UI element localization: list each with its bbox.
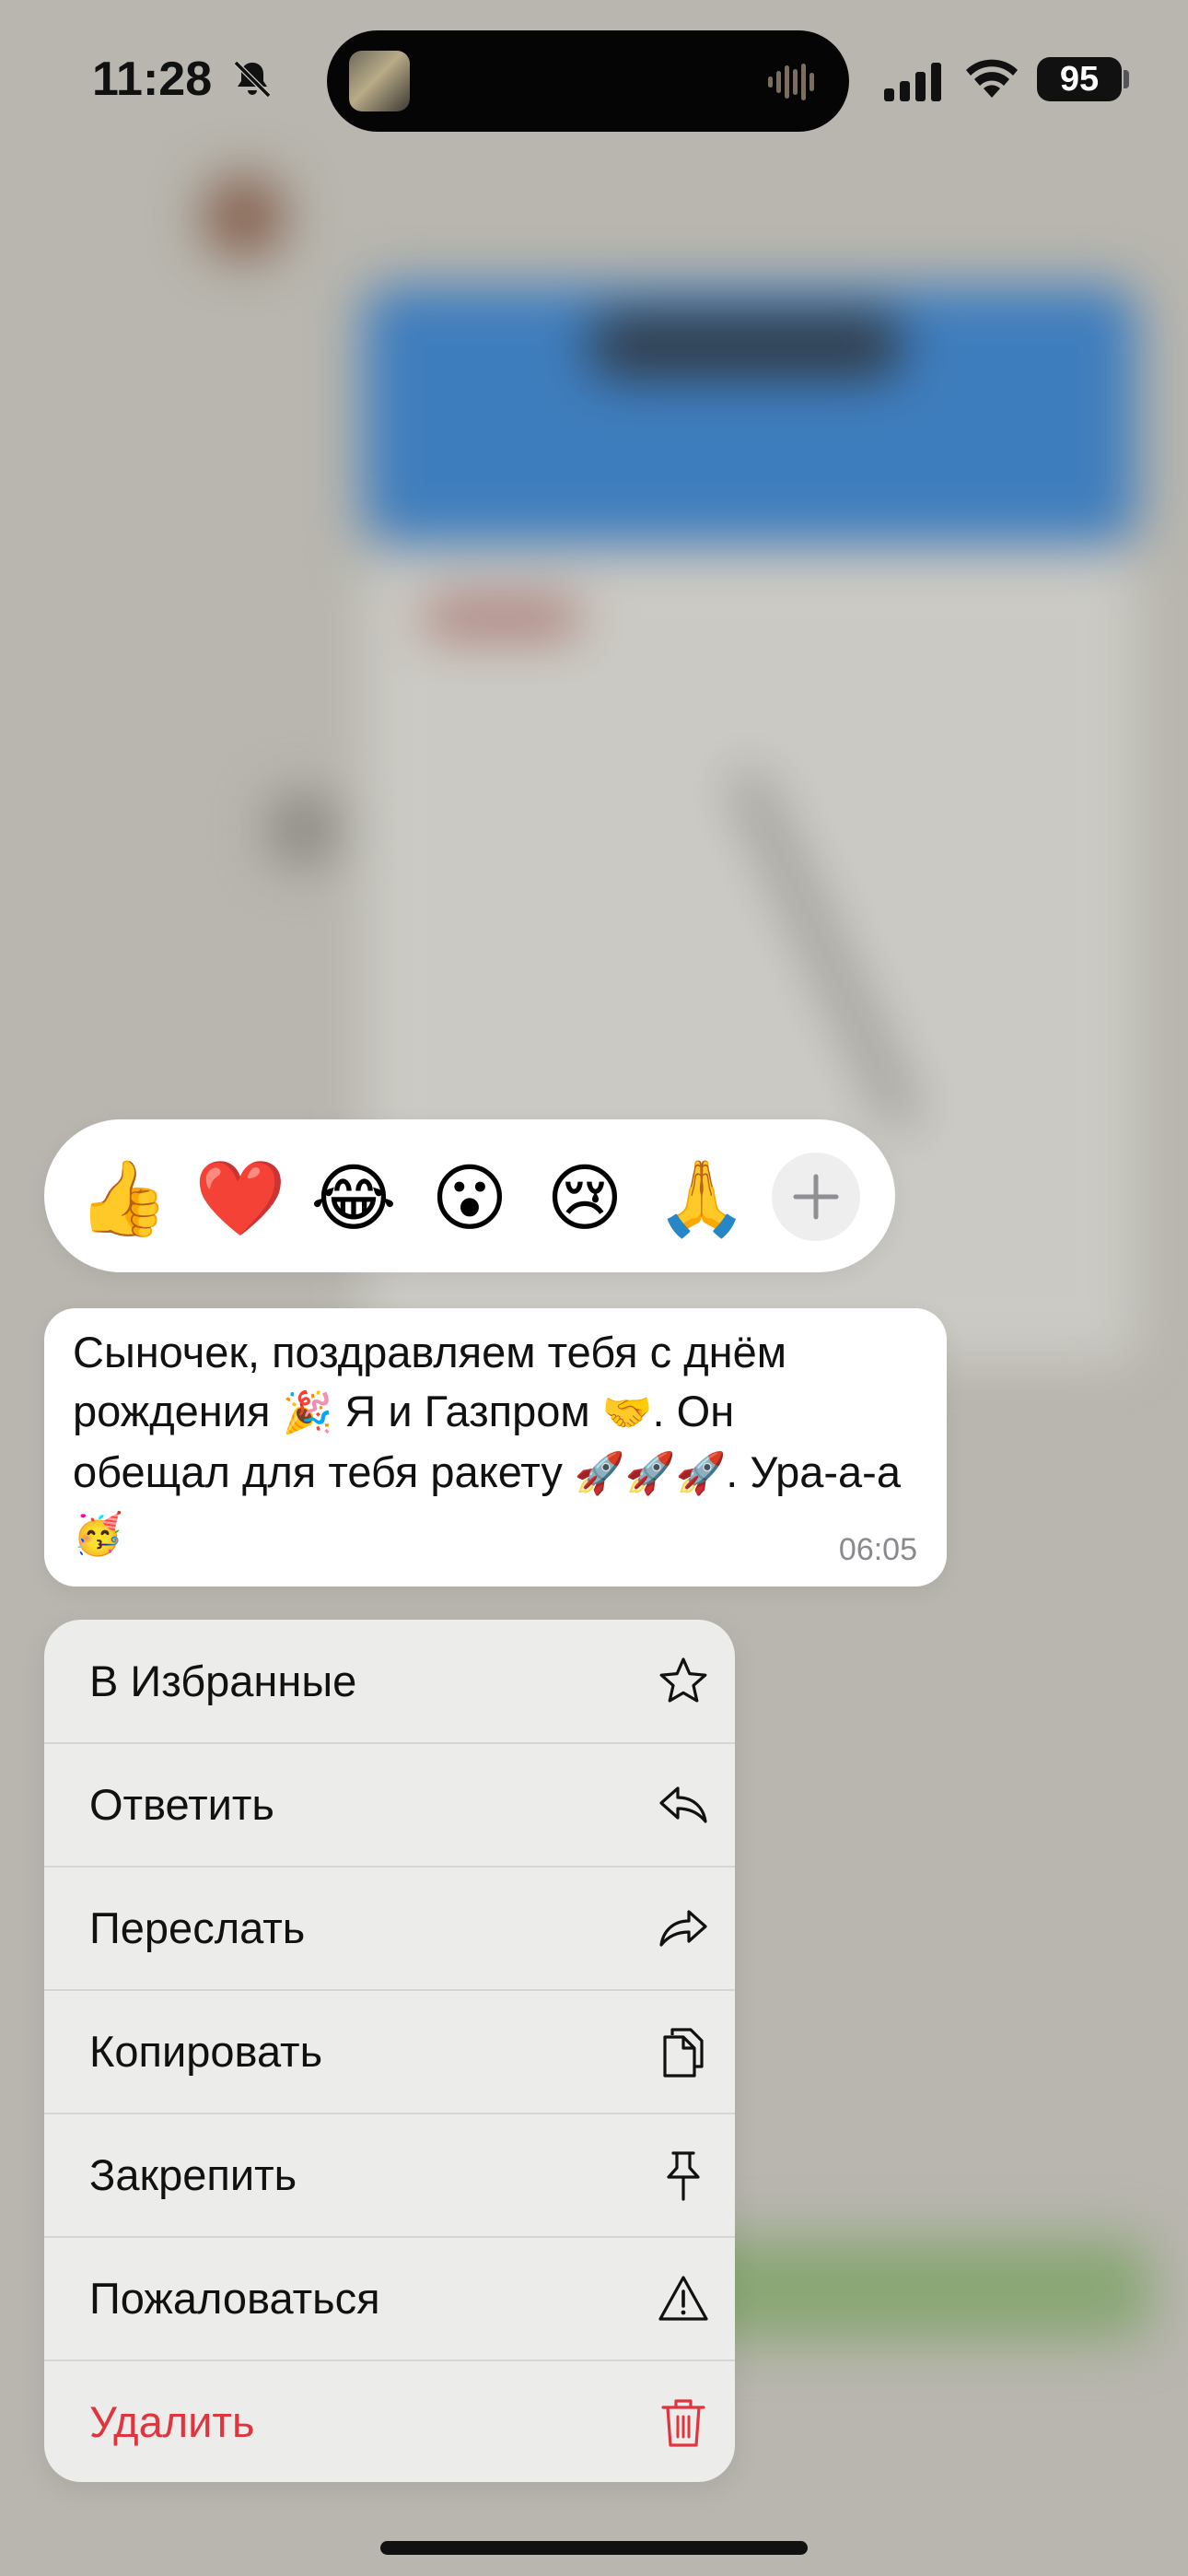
pin-icon <box>667 2151 700 2201</box>
wifi-icon <box>966 59 1018 98</box>
menu-item-reply[interactable]: Ответить <box>44 1743 735 1867</box>
menu-item-report[interactable]: Пожаловаться <box>44 2237 735 2360</box>
dynamic-island[interactable] <box>327 30 849 132</box>
bell-slash-icon <box>233 60 272 99</box>
reaction-praying-hands[interactable]: 🙏 <box>656 1154 748 1243</box>
message-time: 06:05 <box>838 1532 917 1567</box>
reaction-surprised[interactable]: 😮 <box>425 1154 514 1243</box>
menu-item-copy[interactable]: Копировать <box>44 1990 735 2113</box>
status-time: 11:28 <box>92 53 213 106</box>
rocket-emoji: 🚀🚀🚀 <box>574 1450 727 1497</box>
message-text: Сыночек, поздравляем тебя с днём рождени… <box>73 1328 901 1558</box>
reaction-crying[interactable]: 😢 <box>541 1154 629 1243</box>
copy-icon <box>663 2028 704 2078</box>
warning-icon <box>658 2276 708 2321</box>
reaction-thumbs-up[interactable]: 👍 <box>77 1154 169 1243</box>
more-reactions-button[interactable] <box>772 1153 860 1241</box>
reaction-laughing[interactable]: 😂 <box>309 1154 398 1243</box>
plus-icon <box>793 1174 839 1220</box>
status-bar: 11:28 95 <box>0 0 1188 157</box>
reactions-bar: 👍 ❤️ 😂 😮 😢 🙏 <box>44 1119 895 1272</box>
battery-tip <box>1124 70 1129 88</box>
party-popper-emoji: 🎉 <box>282 1389 333 1436</box>
trash-icon <box>661 2399 705 2447</box>
star-icon <box>659 1657 707 1703</box>
home-indicator[interactable] <box>380 2541 808 2555</box>
menu-item-pin[interactable]: Закрепить <box>44 2113 735 2237</box>
partying-face-emoji: 🥳 <box>73 1511 123 1558</box>
menu-item-delete[interactable]: Удалить <box>44 2360 735 2482</box>
reaction-heart[interactable]: ❤️ <box>194 1154 286 1243</box>
forward-icon <box>659 1910 707 1947</box>
battery-level: 95 <box>1037 57 1122 101</box>
message-context-menu: В Избранные Ответить Переслать Копироват… <box>44 1620 735 2482</box>
reply-icon <box>659 1786 707 1823</box>
now-playing-artwork <box>349 51 410 111</box>
message-bubble[interactable]: Сыночек, поздравляем тебя с днём рождени… <box>44 1308 947 1587</box>
cellular-signal-icon <box>884 63 941 101</box>
menu-item-favorites[interactable]: В Избранные <box>44 1620 735 1743</box>
menu-item-forward[interactable]: Переслать <box>44 1867 735 1990</box>
audio-waveform-icon <box>768 64 814 100</box>
handshake-emoji: 🤝 <box>601 1389 653 1436</box>
